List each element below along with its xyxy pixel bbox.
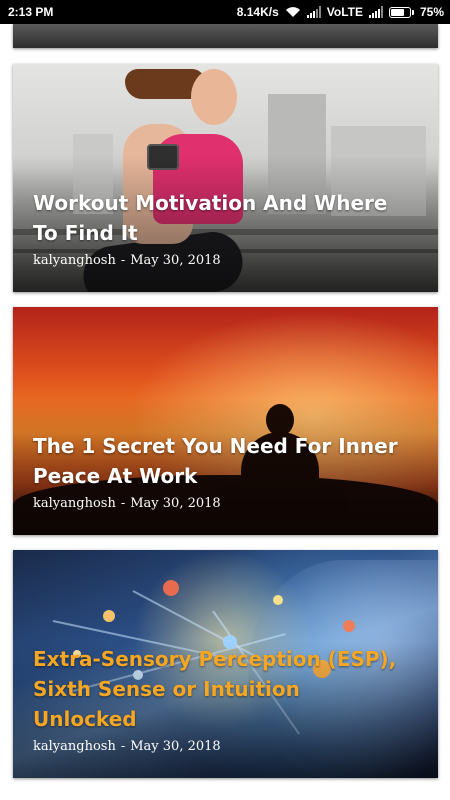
post-author[interactable]: kalyanghosh [33, 496, 116, 511]
post-card[interactable]: Extra-Sensory Perception (ESP), Sixth Se… [13, 550, 438, 778]
status-indicators: 8.14K/s VoLTE 75% [237, 5, 444, 19]
post-author[interactable]: kalyanghosh [33, 739, 116, 754]
post-card-partial[interactable] [13, 24, 438, 48]
post-title[interactable]: Workout Motivation And Where To Find It [33, 188, 398, 248]
post-date: May 30, 2018 [130, 739, 221, 754]
network-type: VoLTE [326, 5, 363, 19]
post-meta: kalyanghosh - May 30, 2018 [33, 253, 221, 268]
post-feed[interactable]: Workout Motivation And Where To Find It … [0, 24, 450, 800]
post-card[interactable]: Workout Motivation And Where To Find It … [13, 64, 438, 292]
status-bar: 2:13 PM 8.14K/s VoLTE 75% [0, 0, 450, 24]
meta-separator: - [120, 496, 126, 511]
wifi-icon [285, 6, 301, 18]
signal-icon [368, 6, 383, 18]
post-date: May 30, 2018 [130, 496, 221, 511]
post-card[interactable]: The 1 Secret You Need For Inner Peace At… [13, 307, 438, 535]
post-title[interactable]: The 1 Secret You Need For Inner Peace At… [33, 431, 398, 491]
status-time: 2:13 PM [8, 5, 54, 19]
post-meta: kalyanghosh - May 30, 2018 [33, 739, 221, 754]
battery-percent: 75% [419, 5, 444, 19]
signal-icon [306, 6, 321, 18]
meta-separator: - [120, 253, 126, 268]
meta-separator: - [120, 739, 126, 754]
post-meta: kalyanghosh - May 30, 2018 [33, 496, 221, 511]
battery-icon [388, 6, 414, 18]
post-date: May 30, 2018 [130, 253, 221, 268]
network-speed: 8.14K/s [236, 5, 279, 19]
post-title[interactable]: Extra-Sensory Perception (ESP), Sixth Se… [33, 644, 398, 734]
post-author[interactable]: kalyanghosh [33, 253, 116, 268]
